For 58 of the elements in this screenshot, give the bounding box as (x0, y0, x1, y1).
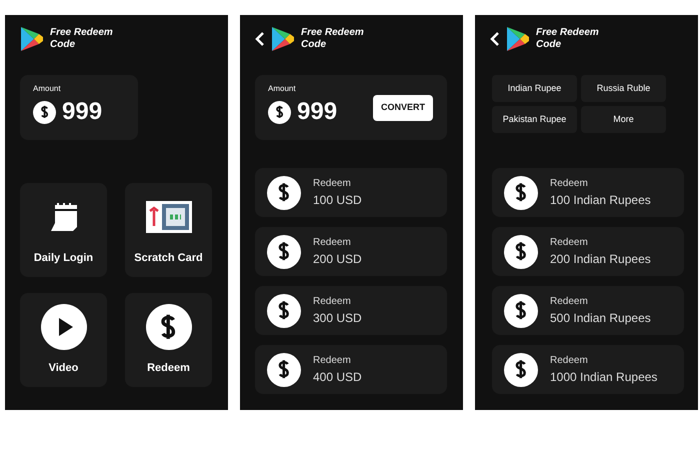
redeem-item[interactable]: Redeem 200 Indian Rupees (492, 227, 684, 276)
redeem-item[interactable]: Redeem 400 USD (255, 345, 447, 394)
item-value: 400 USD (313, 369, 362, 386)
redeem-item[interactable]: Redeem 200 USD (255, 227, 447, 276)
item-value: 1000 Indian Rupees (550, 369, 658, 386)
dollar-icon (504, 352, 538, 386)
back-icon[interactable] (490, 31, 500, 47)
play-icon (40, 304, 86, 350)
currency-chip[interactable]: Pakistan Rupee (492, 106, 577, 133)
redeem-item[interactable]: Redeem 500 Indian Rupees (492, 286, 684, 335)
menu-tile[interactable]: Redeem (125, 293, 212, 387)
currency-chip[interactable]: More (581, 106, 666, 133)
item-value: 100 USD (313, 192, 362, 209)
dollar-icon (267, 294, 301, 328)
amount-value: 999 (297, 99, 338, 125)
app-title: Free Redeem Code (50, 27, 114, 51)
redeem-item[interactable]: Redeem 1000 Indian Rupees (492, 345, 684, 394)
item-label: Redeem (313, 295, 352, 309)
convert-button[interactable]: CONVERT (373, 95, 433, 121)
amount-label: Amount (33, 83, 62, 95)
dollar-icon (267, 176, 301, 210)
item-value: 300 USD (313, 310, 362, 327)
redeem-item[interactable]: Redeem 100 Indian Rupees (492, 168, 684, 217)
item-label: Redeem (550, 177, 589, 191)
currency-chip[interactable]: Indian Rupee (492, 75, 577, 102)
scratch-card-icon (146, 200, 192, 233)
dollar-icon (504, 176, 538, 210)
amount-value: 999 (62, 99, 102, 125)
dollar-icon (267, 234, 301, 268)
logo-icon (271, 26, 295, 52)
app-title: Free Redeem Code (536, 27, 600, 51)
dollar-icon (146, 304, 192, 350)
amount-label: Amount (268, 83, 297, 95)
currency-chip[interactable]: Russia Ruble (581, 75, 666, 102)
dollar-icon (268, 100, 291, 124)
dollar-icon (33, 100, 56, 124)
dollar-icon (504, 294, 538, 328)
app-title: Free Redeem Code (301, 27, 365, 51)
item-label: Redeem (550, 354, 589, 368)
dollar-icon (267, 352, 301, 386)
item-label: Redeem (550, 236, 589, 250)
redeem-item[interactable]: Redeem 300 USD (255, 286, 447, 335)
back-icon[interactable] (255, 31, 265, 47)
logo-icon (506, 26, 530, 52)
item-label: Redeem (550, 295, 589, 309)
item-value: 200 USD (313, 251, 362, 268)
menu-tile[interactable]: Daily Login (20, 183, 107, 277)
menu-tile[interactable]: Scratch Card (125, 183, 212, 277)
item-value: 100 Indian Rupees (550, 192, 651, 209)
menu-tile[interactable]: Video (20, 293, 107, 387)
item-label: Redeem (313, 177, 352, 191)
logo-icon (20, 26, 44, 52)
redeem-item[interactable]: Redeem 100 USD (255, 168, 447, 217)
dollar-icon (504, 234, 538, 268)
item-value: 500 Indian Rupees (550, 310, 651, 327)
item-label: Redeem (313, 236, 352, 250)
item-value: 200 Indian Rupees (550, 251, 651, 268)
item-label: Redeem (313, 354, 352, 368)
